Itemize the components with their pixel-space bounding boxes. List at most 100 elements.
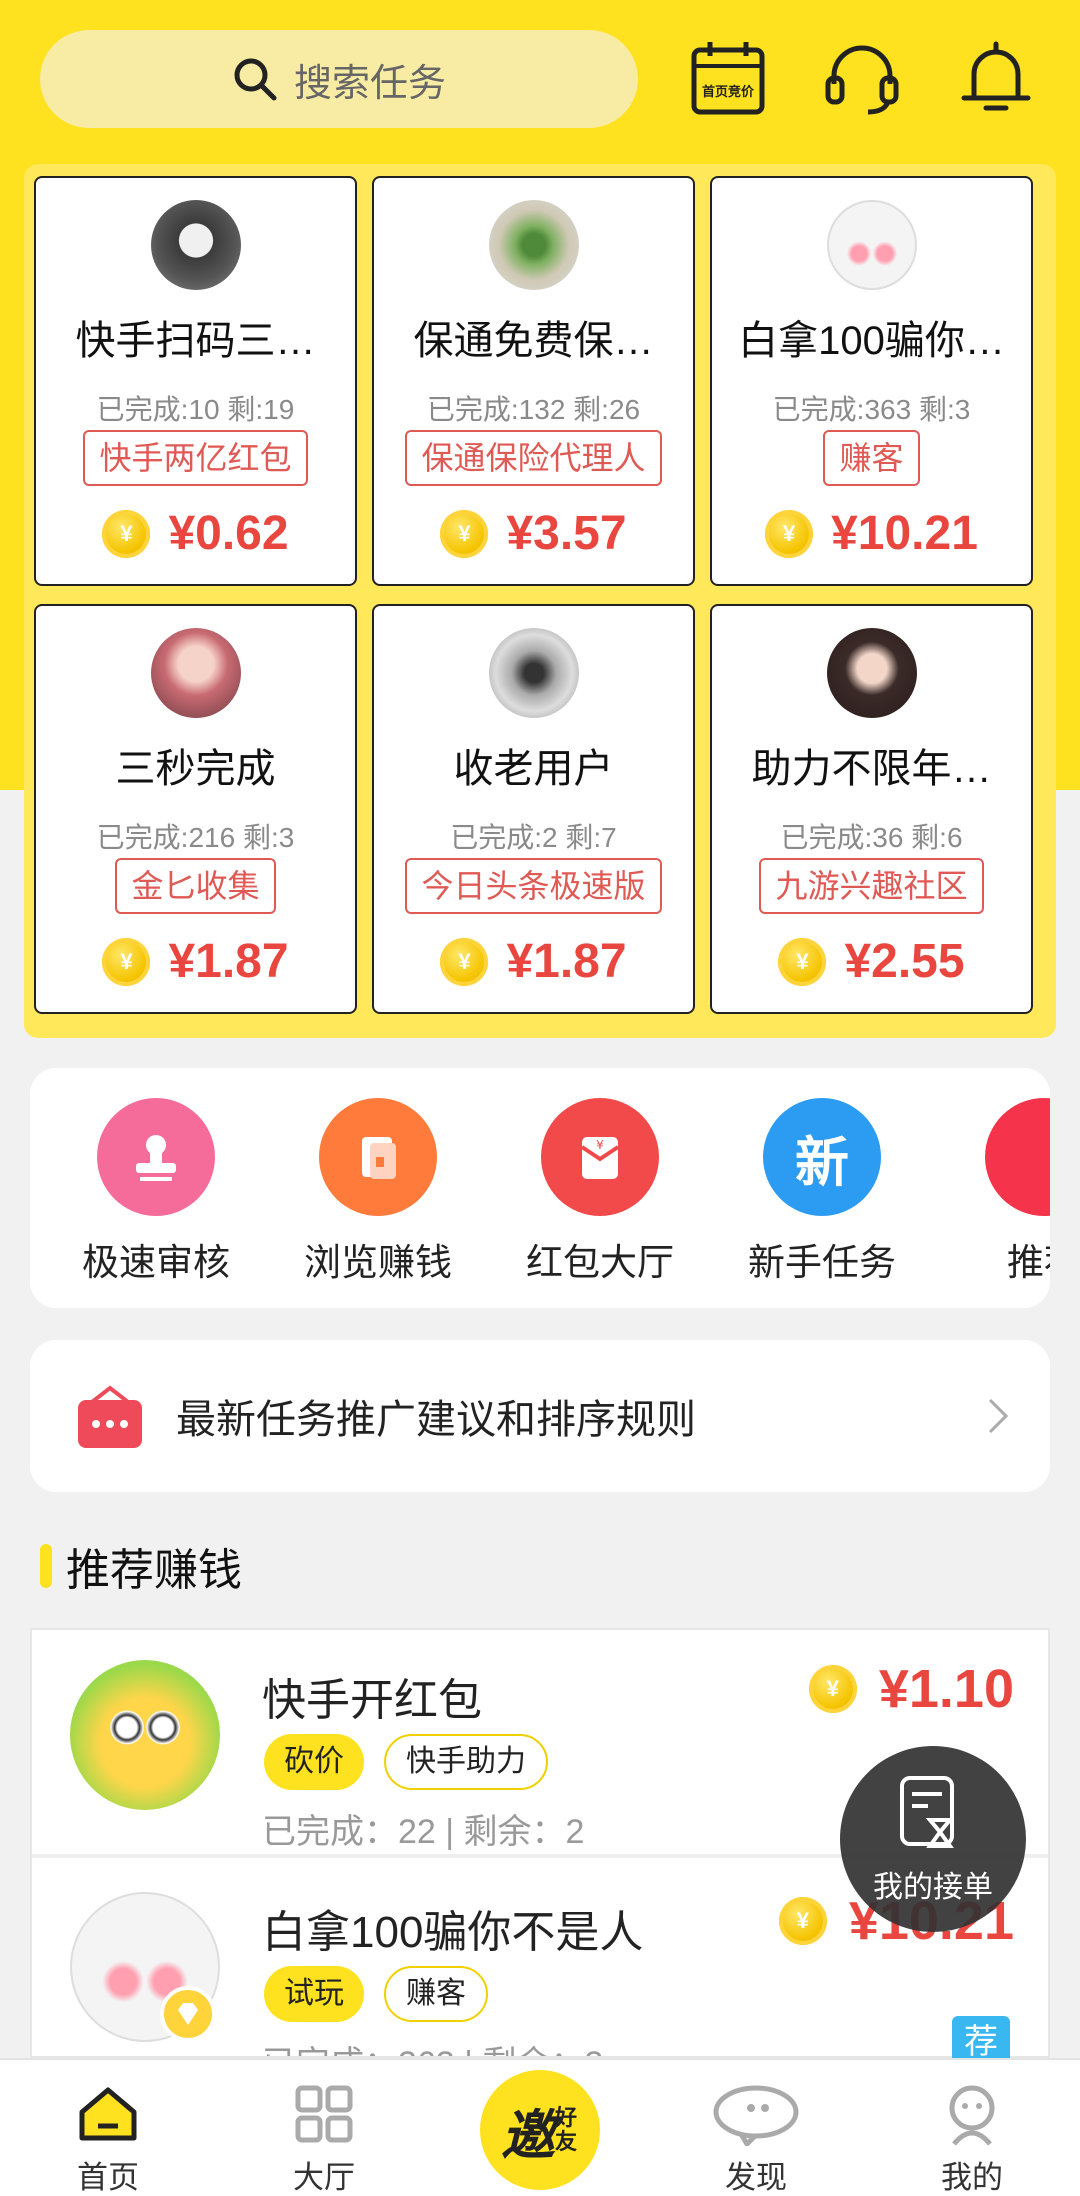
task-card[interactable]: 三秒完成 已完成:216 剩:3 金匕收集 ¥ ¥1.87	[34, 604, 357, 1014]
svg-text:¥: ¥	[596, 1138, 604, 1152]
top-bar: 搜索任务 首页竞价	[0, 0, 1080, 160]
coin-icon: ¥	[778, 937, 827, 986]
tab-label: 大厅	[293, 2160, 355, 2195]
book-icon	[319, 1098, 437, 1216]
invite-friends-button[interactable]: 邀 好友	[480, 2070, 600, 2190]
quick-nav-label: 新手任务	[748, 1242, 896, 1283]
my-orders-floating-button[interactable]: 我的接单	[840, 1746, 1026, 1932]
task-stats: 已完成:132 剩:26	[426, 394, 641, 425]
task-title: 三秒完成	[115, 747, 276, 791]
search-bar[interactable]: 搜索任务	[40, 30, 638, 128]
diamond-icon	[160, 1986, 216, 2042]
tab-home[interactable]: 首页	[38, 2080, 178, 2196]
task-card[interactable]: 白拿100骗你… 已完成:363 剩:3 赚客 ¥ ¥10.21	[710, 176, 1033, 586]
task-price: ¥2.55	[844, 935, 965, 988]
coin-icon: ¥	[765, 509, 814, 558]
quick-nav-newbie-tasks[interactable]: 新 新手任务	[732, 1098, 912, 1286]
task-card[interactable]: 收老用户 已完成:2 剩:7 今日头条极速版 ¥ ¥1.87	[372, 604, 695, 1014]
stamp-icon	[97, 1098, 215, 1216]
task-title: 收老用户	[453, 747, 614, 791]
task-stats: 已完成:363 剩:3	[772, 394, 971, 425]
task-title: 助力不限年…	[751, 747, 992, 791]
item-name: 白拿100骗你不是人	[262, 1908, 644, 1957]
notifications-button[interactable]	[956, 38, 1036, 118]
invite-glyph: 邀	[501, 2105, 555, 2166]
task-price: ¥1.87	[168, 935, 289, 988]
avatar	[488, 200, 579, 290]
item-name: 快手开红包	[262, 1676, 482, 1725]
task-price: ¥10.21	[831, 507, 978, 560]
profile-icon	[902, 2080, 1042, 2148]
search-icon	[234, 58, 277, 101]
task-title: 快手扫码三…	[75, 319, 316, 363]
headset-icon	[825, 45, 899, 115]
item-meta: 已完成：22 | 剩余：2	[262, 1813, 585, 1851]
item-category-badge: 砍价	[264, 1734, 364, 1790]
item-meta: 已完成：363 | 剩余：3	[262, 2036, 603, 2056]
tab-mine[interactable]: 我的	[902, 2080, 1042, 2196]
search-placeholder: 搜索任务	[293, 62, 446, 105]
featured-tasks-grid: 快手扫码三… 已完成:10 剩:19 快手两亿红包 ¥ ¥0.62 保通免费保… …	[24, 164, 1056, 1038]
task-stats: 已完成:216 剩:3	[96, 822, 295, 853]
my-orders-label: 我的接单	[873, 1871, 993, 1904]
quick-nav-label: 极速审核	[82, 1242, 230, 1283]
task-card[interactable]: 保通免费保… 已完成:132 剩:26 保通保险代理人 ¥ ¥3.57	[372, 176, 695, 586]
bidding-calendar-button[interactable]: 首页竞价	[688, 38, 768, 118]
section-accent	[40, 1544, 52, 1588]
task-stats: 已完成:2 剩:7	[450, 822, 617, 853]
avatar	[150, 200, 241, 290]
task-stats: 已完成:10 剩:19	[96, 394, 295, 425]
hourglass-document-icon	[900, 1776, 955, 1848]
quick-nav-label: 推荐	[1007, 1242, 1050, 1283]
quick-nav-browse-earn[interactable]: 浏览赚钱	[288, 1098, 468, 1286]
task-title: 白拿100骗你…	[738, 319, 1005, 363]
quick-nav-label: 浏览赚钱	[304, 1242, 452, 1283]
task-card[interactable]: 助力不限年… 已完成:36 剩:6 九游兴趣社区 ¥ ¥2.55	[710, 604, 1033, 1014]
avatar	[826, 628, 917, 718]
tab-label: 我的	[941, 2160, 1003, 2195]
quick-nav-label: 红包大厅	[526, 1242, 674, 1283]
avatar	[150, 628, 241, 718]
task-tag: 九游兴趣社区	[759, 858, 984, 914]
task-price: ¥1.87	[506, 935, 627, 988]
invite-friends-label: 好友	[555, 2105, 578, 2154]
avatar	[70, 1660, 220, 1810]
task-tag: 今日头条极速版	[405, 858, 662, 914]
coin-icon: ¥	[440, 509, 489, 558]
section-header: 推荐赚钱	[40, 1534, 242, 1598]
quick-nav-red-envelope-hall[interactable]: ¥ 红包大厅	[510, 1098, 690, 1286]
item-category-badge: 试玩	[264, 1966, 364, 2022]
customer-service-button[interactable]	[822, 38, 902, 118]
task-card[interactable]: 快手扫码三… 已完成:10 剩:19 快手两亿红包 ¥ ¥0.62	[34, 176, 357, 586]
notice-text: 最新任务推广建议和排序规则	[176, 1398, 696, 1442]
quick-nav-fast-review[interactable]: 极速审核	[66, 1098, 246, 1286]
chevron-right-icon	[988, 1398, 1009, 1434]
avatar	[826, 200, 917, 290]
coin-icon: ¥	[778, 1897, 827, 1945]
tab-discover[interactable]: 发现	[686, 2080, 826, 2196]
recommend-icon	[985, 1098, 1050, 1216]
task-title: 保通免费保…	[413, 319, 654, 363]
new-glyph: 新	[795, 1132, 849, 1193]
tab-hall[interactable]: 大厅	[254, 2080, 394, 2196]
coin-icon: ¥	[440, 937, 489, 986]
item-app-badge: 快手助力	[384, 1734, 548, 1790]
calendar-icon: 首页竞价	[691, 42, 765, 115]
quick-nav-recommend[interactable]: 推荐	[954, 1098, 1050, 1286]
tab-label: 首页	[77, 2160, 139, 2195]
notice-bar[interactable]: 最新任务推广建议和排序规则	[30, 1340, 1050, 1492]
task-tag: 金匕收集	[115, 858, 276, 914]
item-price: ¥1.10	[878, 1659, 1014, 1719]
task-tag: 赚客	[823, 430, 920, 486]
bell-icon	[961, 41, 1031, 111]
task-price: ¥0.62	[168, 507, 289, 560]
home-icon	[38, 2080, 178, 2148]
coin-icon: ¥	[808, 1665, 857, 1713]
grid-icon	[254, 2080, 394, 2148]
quick-nav: 极速审核 浏览赚钱 ¥ 红包大厅 新 新手任务 推荐	[30, 1068, 1050, 1308]
tab-label: 发现	[725, 2160, 787, 2195]
task-stats: 已完成:36 剩:6	[780, 822, 963, 853]
item-app-badge: 赚客	[384, 1966, 488, 2022]
red-envelope-icon: ¥	[541, 1098, 659, 1216]
task-tag: 保通保险代理人	[405, 430, 662, 486]
